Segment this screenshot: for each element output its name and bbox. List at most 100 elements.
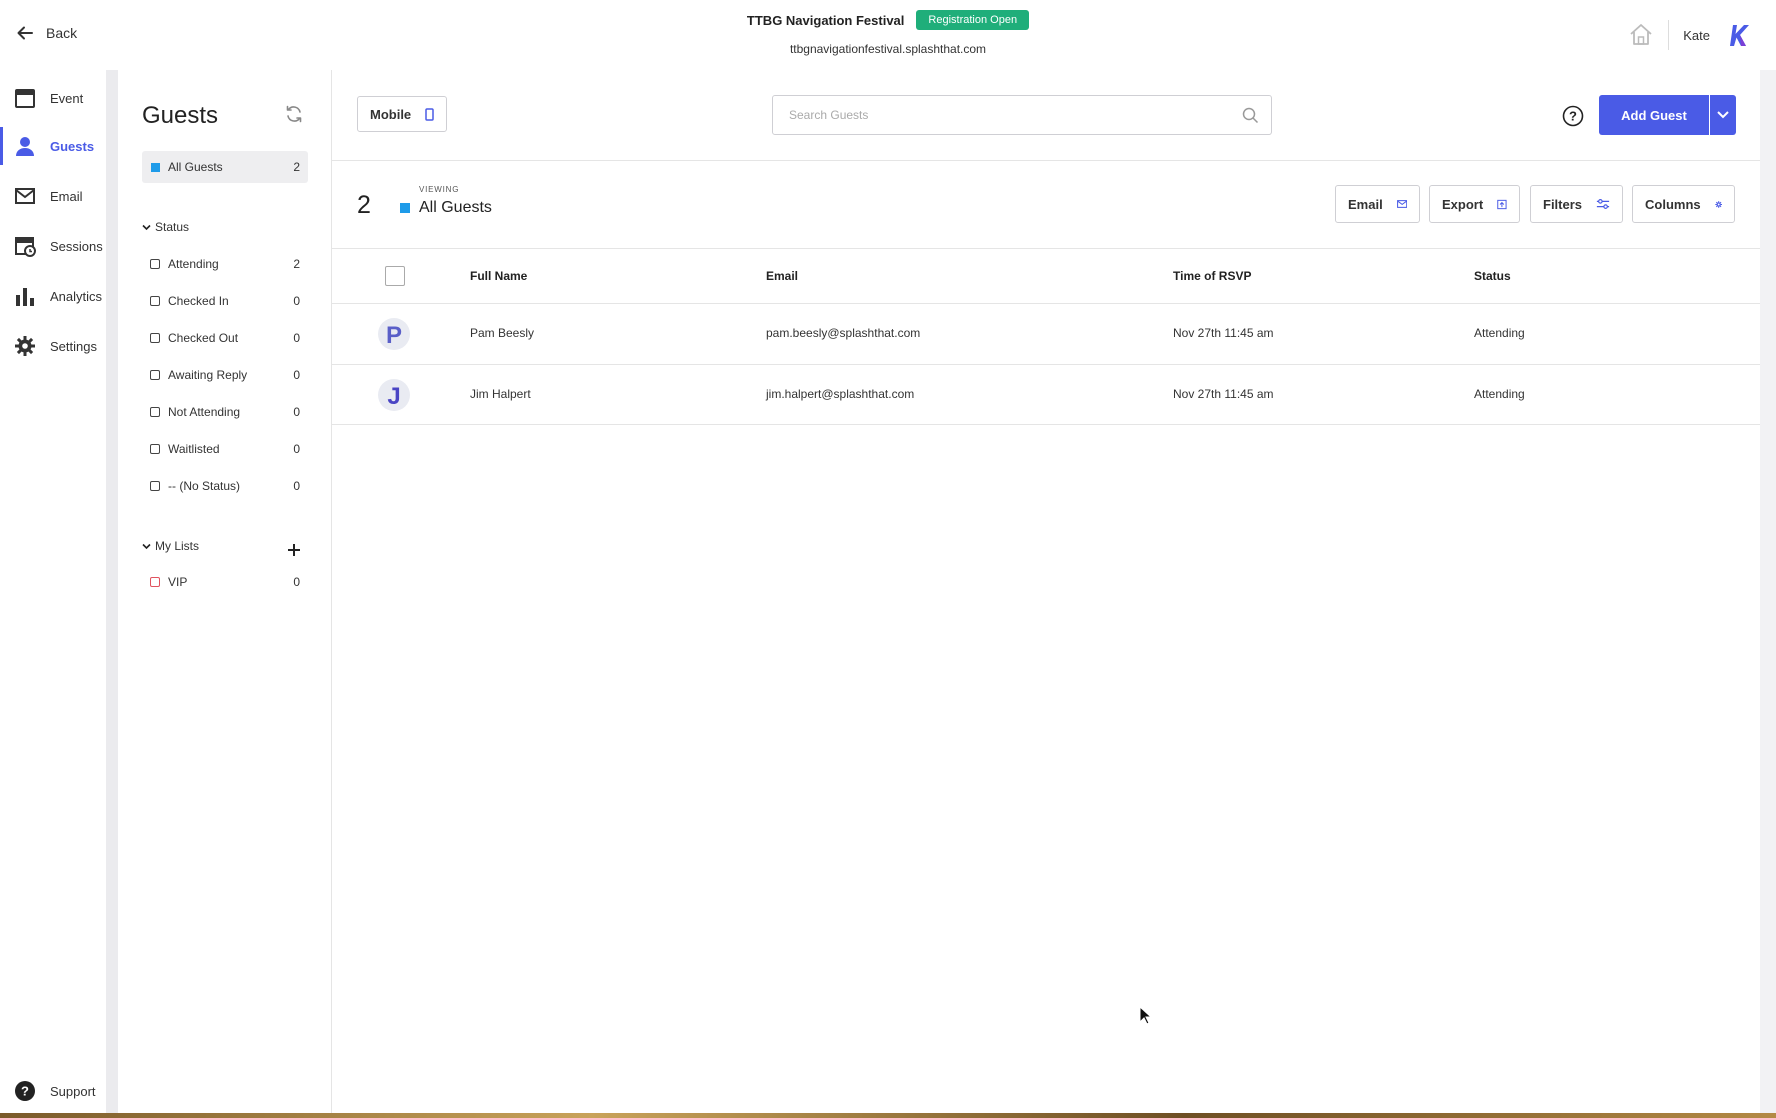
checkbox[interactable] (150, 296, 160, 306)
top-bar: Back TTBG Navigation Festival Registrati… (0, 0, 1776, 70)
viewing-label: VIEWING (419, 185, 460, 194)
checkbox[interactable] (150, 370, 160, 380)
guest-name[interactable]: Jim Halpert (470, 387, 531, 401)
list-color-swatch (400, 203, 410, 213)
list-count: 2 (293, 160, 300, 174)
svg-text:P: P (386, 322, 402, 349)
nav-label-event: Event (50, 90, 84, 106)
filter-count: 0 (293, 479, 300, 493)
email-button[interactable]: Email (1335, 185, 1420, 223)
search-input[interactable] (789, 96, 1229, 134)
columns-label: Columns (1645, 196, 1701, 212)
checkbox[interactable] (150, 407, 160, 417)
filters-button[interactable]: Filters (1530, 185, 1623, 223)
status-filter-waitlisted[interactable]: Waitlisted 0 (150, 439, 300, 459)
refresh-icon[interactable] (284, 104, 304, 124)
support-link[interactable]: ? Support (14, 1080, 96, 1102)
nav-item-event[interactable]: Event (0, 75, 106, 121)
checkbox[interactable] (150, 481, 160, 491)
list-all-guests[interactable]: All Guests 2 (142, 151, 308, 183)
viewing-list: All Guests (400, 199, 492, 217)
guest-name[interactable]: Pam Beesly (470, 326, 534, 340)
checkbox[interactable] (150, 333, 160, 343)
svg-text:?: ? (1569, 109, 1577, 124)
help-circle-icon: ? (15, 1081, 35, 1101)
list-filter-vip[interactable]: VIP 0 (150, 572, 300, 592)
status-filter-not-attending[interactable]: Not Attending 0 (150, 402, 300, 422)
person-icon (16, 137, 34, 156)
checkbox[interactable] (150, 444, 160, 454)
avatar: J (378, 379, 410, 411)
export-icon (1497, 199, 1507, 209)
filter-count: 2 (293, 257, 300, 271)
panel-title: Guests (142, 102, 219, 129)
column-header-status[interactable]: Status (1474, 269, 1511, 283)
help-icon[interactable]: ? (1562, 105, 1584, 127)
home-icon[interactable] (1628, 22, 1654, 48)
event-url[interactable]: ttbgnavigationfestival.splashthat.com (0, 42, 1776, 56)
columns-button[interactable]: Columns (1632, 185, 1735, 223)
filter-count: 0 (293, 442, 300, 456)
sliders-icon (1596, 199, 1610, 209)
column-header-time-of-rsvp[interactable]: Time of RSVP (1173, 269, 1251, 283)
divider (332, 424, 1760, 425)
avatar: P (378, 318, 410, 350)
divider (332, 248, 1760, 249)
status-filter-no-status[interactable]: -- (No Status) 0 (150, 476, 300, 496)
column-header-full-name[interactable]: Full Name (470, 269, 527, 283)
filter-label: Waitlisted (168, 442, 220, 456)
nav-item-sessions[interactable]: Sessions (0, 223, 106, 269)
table-row[interactable]: P Pam Beesly pam.beesly@splashthat.com N… (332, 304, 1760, 364)
checkbox[interactable] (150, 259, 160, 269)
status-filter-checked-out[interactable]: Checked Out 0 (150, 328, 300, 348)
status-section-toggle[interactable]: Status (142, 220, 189, 234)
select-all-checkbox[interactable] (385, 266, 405, 286)
email-label: Email (1348, 196, 1383, 212)
add-guest-button[interactable]: Add Guest (1599, 95, 1709, 135)
export-button[interactable]: Export (1429, 185, 1520, 223)
my-lists-toggle[interactable]: My Lists (142, 539, 199, 553)
panel-gutter (106, 70, 118, 1113)
filter-label: Not Attending (168, 405, 241, 419)
checkbox[interactable] (150, 577, 160, 587)
filter-count: 0 (293, 331, 300, 345)
list-color-swatch (151, 162, 160, 172)
status-filter-checked-in[interactable]: Checked In 0 (150, 291, 300, 311)
guest-email: pam.beesly@splashthat.com (766, 326, 921, 340)
guest-rsvp-time: Nov 27th 11:45 am (1173, 326, 1274, 340)
event-header: TTBG Navigation Festival Registration Op… (0, 10, 1776, 30)
status-heading: Status (155, 220, 190, 234)
column-header-email[interactable]: Email (766, 269, 798, 283)
nav-item-email[interactable]: Email (0, 173, 106, 219)
plus-icon[interactable] (286, 542, 302, 558)
chevron-down-icon (142, 543, 151, 549)
nav-item-guests[interactable]: Guests (0, 123, 106, 169)
export-label: Export (1442, 196, 1484, 212)
bar-chart-icon (16, 288, 34, 306)
avatar-letter-p: P (386, 322, 402, 349)
table-row[interactable]: J Jim Halpert jim.halpert@splashthat.com… (332, 365, 1760, 425)
nav-label-email: Email (50, 188, 83, 204)
nav-label-analytics: Analytics (50, 288, 103, 304)
user-name[interactable]: Kate (1683, 28, 1710, 43)
guest-status: Attending (1474, 387, 1525, 401)
guest-email: jim.halpert@splashthat.com (766, 387, 915, 401)
search-icon[interactable] (1242, 107, 1259, 124)
calendar-icon (15, 89, 35, 108)
user-avatar-icon[interactable] (1724, 21, 1752, 49)
filter-label: Attending (168, 257, 219, 271)
phone-icon (425, 107, 434, 121)
filter-count: 0 (293, 405, 300, 419)
mobile-button[interactable]: Mobile (357, 96, 447, 132)
nav-item-settings[interactable]: Settings (0, 323, 106, 369)
status-filter-attending[interactable]: Attending 2 (150, 254, 300, 274)
add-guest-dropdown[interactable] (1710, 95, 1736, 135)
status-badge: Registration Open (916, 10, 1030, 30)
filter-count: 0 (293, 368, 300, 382)
left-nav: Event Guests Email Sessions Analytics Se… (0, 70, 106, 1113)
status-filter-awaiting-reply[interactable]: Awaiting Reply 0 (150, 365, 300, 385)
guest-status: Attending (1474, 326, 1525, 340)
viewing-list-name: All Guests (419, 199, 492, 216)
divider (332, 160, 1760, 161)
nav-item-analytics[interactable]: Analytics (0, 273, 106, 319)
